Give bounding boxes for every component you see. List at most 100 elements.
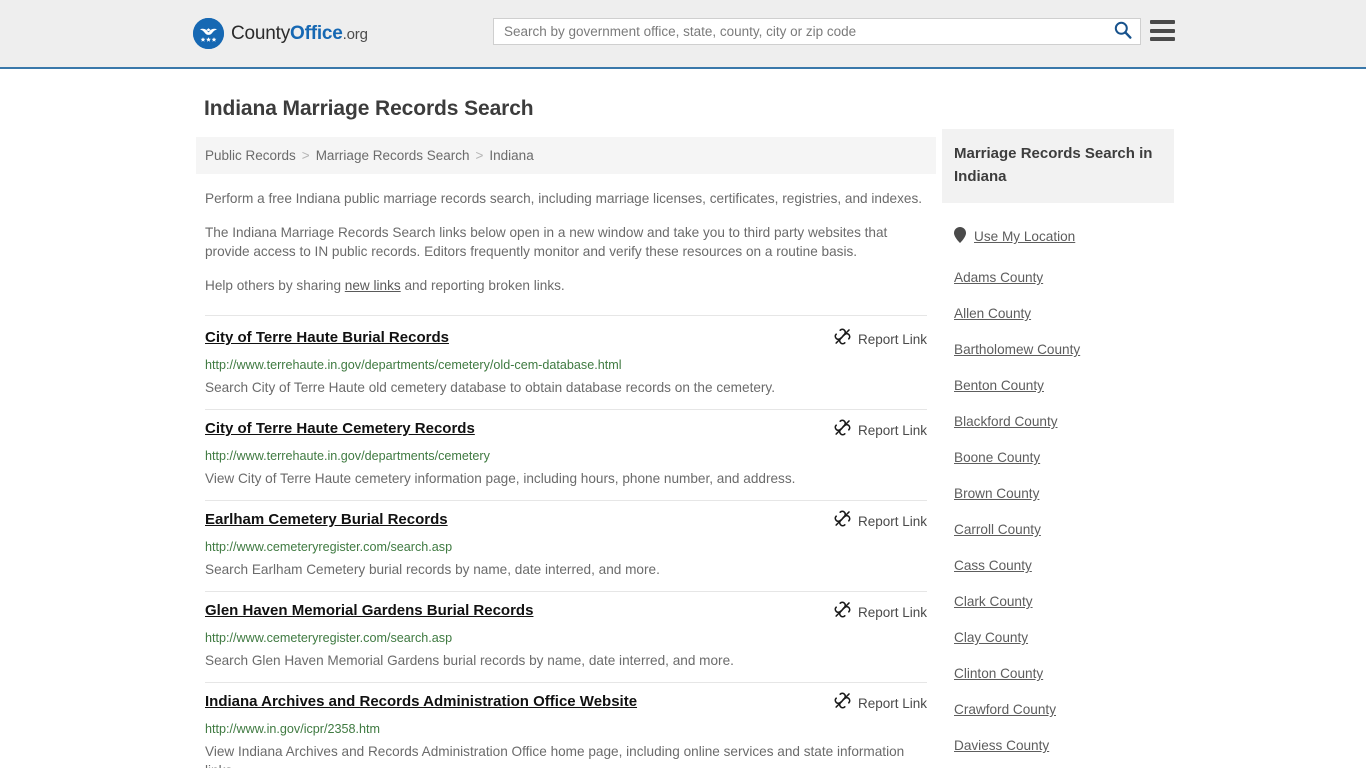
result-description: View City of Terre Haute cemetery inform… xyxy=(205,471,796,486)
sidebar-item-county[interactable]: Allen County xyxy=(954,306,1162,321)
county-link[interactable]: Carroll County xyxy=(954,522,1041,537)
county-link[interactable]: Brown County xyxy=(954,486,1039,501)
result-title-link[interactable]: Earlham Cemetery Burial Records xyxy=(205,510,448,529)
result-url[interactable]: http://www.cemeteryregister.com/search.a… xyxy=(205,539,927,555)
report-link-button[interactable]: Report Link xyxy=(834,692,927,714)
search-button[interactable] xyxy=(1106,19,1140,44)
result-title-link[interactable]: City of Terre Haute Burial Records xyxy=(205,328,449,347)
result-item: Glen Haven Memorial Gardens Burial Recor… xyxy=(205,592,927,683)
sidebar-item-county[interactable]: Bartholomew County xyxy=(954,342,1162,357)
report-link-button[interactable]: Report Link xyxy=(834,510,927,532)
county-link[interactable]: Adams County xyxy=(954,270,1043,285)
county-link[interactable]: Clay County xyxy=(954,630,1028,645)
sidebar-item-county[interactable]: Boone County xyxy=(954,450,1162,465)
county-link[interactable]: Crawford County xyxy=(954,702,1056,717)
breadcrumb-item-indiana: Indiana xyxy=(489,148,534,163)
counties-container: Adams County Allen County Bartholomew Coun… xyxy=(954,270,1162,768)
sidebar-item-county[interactable]: Cass County xyxy=(954,558,1162,573)
breadcrumb-item-marriage-records-search[interactable]: Marriage Records Search xyxy=(316,148,470,163)
result-url[interactable]: http://www.terrehaute.in.gov/departments… xyxy=(205,357,927,373)
site-header: CountyOffice.org xyxy=(0,0,1366,69)
report-link-button[interactable]: Report Link xyxy=(834,601,927,623)
sidebar-item-county[interactable]: Benton County xyxy=(954,378,1162,393)
sidebar-item-county[interactable]: Brown County xyxy=(954,486,1162,501)
result-header: Glen Haven Memorial Gardens Burial Recor… xyxy=(205,601,927,623)
county-link[interactable]: Allen County xyxy=(954,306,1031,321)
county-link[interactable]: Clinton County xyxy=(954,666,1043,681)
sidebar-item-use-my-location[interactable]: Use My Location xyxy=(954,227,1162,246)
broken-link-icon xyxy=(834,692,851,714)
use-my-location-link[interactable]: Use My Location xyxy=(974,229,1075,244)
sidebar-item-county[interactable]: Daviess County xyxy=(954,738,1162,753)
sidebar-item-county[interactable]: Adams County xyxy=(954,270,1162,285)
report-link-button[interactable]: Report Link xyxy=(834,419,927,441)
result-description: Search Earlham Cemetery burial records b… xyxy=(205,562,660,577)
result-description: View Indiana Archives and Records Admini… xyxy=(205,744,905,768)
search-icon xyxy=(1114,21,1132,42)
breadcrumb-separator-1: > xyxy=(301,148,310,163)
report-link-button[interactable]: Report Link xyxy=(834,328,927,350)
page-body: Indiana Marriage Records Search Public R… xyxy=(0,69,1366,768)
sidebar-item-county[interactable]: Carroll County xyxy=(954,522,1162,537)
sidebar: Marriage Records Search in Indiana Use M… xyxy=(942,129,1174,768)
report-link-label: Report Link xyxy=(857,604,927,620)
intro-paragraph-3: Help others by sharing new links and rep… xyxy=(205,276,927,295)
results-list: City of Terre Haute Burial Records Repor… xyxy=(196,315,936,768)
broken-link-icon xyxy=(834,601,851,623)
breadcrumb-separator-2: > xyxy=(475,148,484,163)
breadcrumb-item-public-records[interactable]: Public Records xyxy=(205,148,296,163)
sidebar-heading: Marriage Records Search in Indiana xyxy=(942,129,1174,203)
intro-paragraph-1: Perform a free Indiana public marriage r… xyxy=(205,191,923,206)
county-link[interactable]: Benton County xyxy=(954,378,1044,393)
broken-link-icon xyxy=(834,510,851,532)
result-url[interactable]: http://www.in.gov/icpr/2358.htm xyxy=(205,721,927,737)
map-pin-icon xyxy=(954,227,966,246)
intro-p3-after: and reporting broken links. xyxy=(400,278,565,293)
sidebar-county-list: Use My Location Adams County Allen County… xyxy=(942,227,1174,768)
county-link[interactable]: Daviess County xyxy=(954,738,1049,753)
result-description: Search Glen Haven Memorial Gardens buria… xyxy=(205,653,734,668)
result-url[interactable]: http://www.cemeteryregister.com/search.a… xyxy=(205,630,927,646)
logo-wordmark: CountyOffice.org xyxy=(231,23,368,45)
sidebar-item-county[interactable]: Clark County xyxy=(954,594,1162,609)
main-content: Indiana Marriage Records Search Public R… xyxy=(196,85,936,768)
result-title-link[interactable]: Indiana Archives and Records Administrat… xyxy=(205,692,637,711)
page-title: Indiana Marriage Records Search xyxy=(204,97,534,120)
site-logo[interactable]: CountyOffice.org xyxy=(193,18,368,49)
report-link-label: Report Link xyxy=(857,513,927,529)
result-item: Indiana Archives and Records Administrat… xyxy=(205,683,927,768)
intro-p3-before: Help others by sharing xyxy=(205,278,345,293)
result-title-link[interactable]: Glen Haven Memorial Gardens Burial Recor… xyxy=(205,601,533,620)
hamburger-menu-icon[interactable] xyxy=(1150,20,1175,41)
intro-text: Perform a free Indiana public marriage r… xyxy=(196,189,936,295)
hamburger-bar-2 xyxy=(1150,28,1175,33)
logo-text-tld: .org xyxy=(342,25,368,43)
eagle-shield-logo-icon xyxy=(193,18,224,49)
result-header: City of Terre Haute Cemetery Records Rep… xyxy=(205,419,927,441)
search-bar[interactable] xyxy=(493,18,1141,45)
county-link[interactable]: Boone County xyxy=(954,450,1040,465)
county-link[interactable]: Cass County xyxy=(954,558,1032,573)
result-title-link[interactable]: City of Terre Haute Cemetery Records xyxy=(205,419,475,438)
sidebar-item-county[interactable]: Clay County xyxy=(954,630,1162,645)
county-link[interactable]: Blackford County xyxy=(954,414,1058,429)
intro-paragraph-2: The Indiana Marriage Records Search link… xyxy=(205,225,888,259)
county-link[interactable]: Bartholomew County xyxy=(954,342,1080,357)
broken-link-icon xyxy=(834,419,851,441)
sidebar-item-county[interactable]: Blackford County xyxy=(954,414,1162,429)
new-links-link[interactable]: new links xyxy=(345,278,401,293)
result-description: Search City of Terre Haute old cemetery … xyxy=(205,380,775,395)
logo-text-county: County xyxy=(231,22,291,44)
search-input[interactable] xyxy=(494,19,1106,44)
result-item: City of Terre Haute Burial Records Repor… xyxy=(205,315,927,410)
result-item: Earlham Cemetery Burial Records Report L… xyxy=(205,501,927,592)
sidebar-item-county[interactable]: Clinton County xyxy=(954,666,1162,681)
result-url[interactable]: http://www.terrehaute.in.gov/departments… xyxy=(205,448,927,464)
sidebar-item-county[interactable]: Crawford County xyxy=(954,702,1162,717)
report-link-label: Report Link xyxy=(857,422,927,438)
hamburger-bar-1 xyxy=(1150,20,1175,24)
hamburger-bar-3 xyxy=(1150,37,1175,41)
result-header: City of Terre Haute Burial Records Repor… xyxy=(205,328,927,350)
report-link-label: Report Link xyxy=(857,331,927,347)
county-link[interactable]: Clark County xyxy=(954,594,1033,609)
